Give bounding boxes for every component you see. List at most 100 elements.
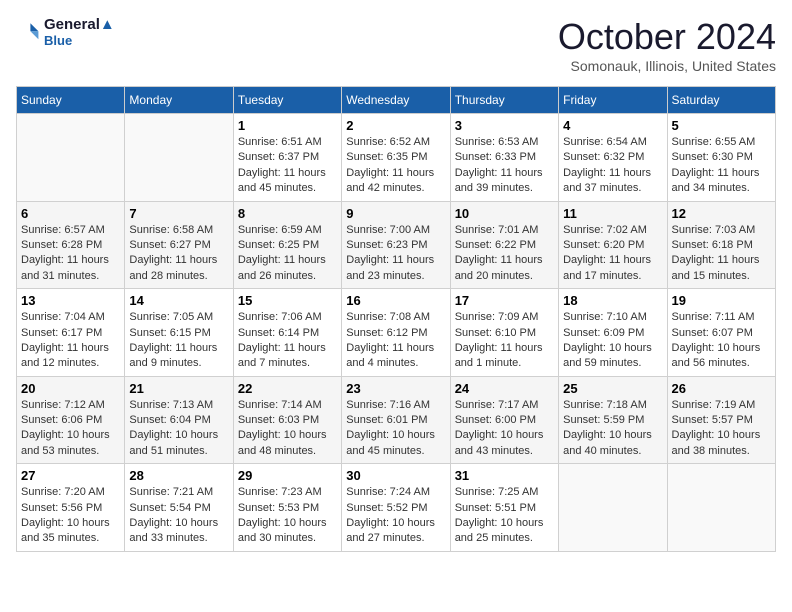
day-info: Sunrise: 7:25 AM Sunset: 5:51 PM Dayligh… [455,485,554,547]
day-number: 2 [346,118,445,133]
day-number: 23 [346,381,445,396]
calendar-cell: 8 Sunrise: 6:59 AM Sunset: 6:25 PM Daylig… [233,201,341,289]
day-info: Sunrise: 7:14 AM Sunset: 6:03 PM Dayligh… [238,398,337,460]
logo-icon [16,20,40,44]
day-number: 7 [129,206,228,221]
weekday-header: Wednesday [342,87,450,114]
weekday-header: Sunday [17,87,125,114]
day-number: 31 [455,468,554,483]
day-info: Sunrise: 7:17 AM Sunset: 6:00 PM Dayligh… [455,398,554,460]
calendar-week-row: 6 Sunrise: 6:57 AM Sunset: 6:28 PM Daylig… [17,201,776,289]
title-area: October 2024 Somonauk, Illinois, United … [558,16,776,74]
day-info: Sunrise: 6:55 AM Sunset: 6:30 PM Dayligh… [672,135,771,197]
day-number: 4 [563,118,662,133]
month-title: October 2024 [558,16,776,58]
calendar-cell: 5 Sunrise: 6:55 AM Sunset: 6:30 PM Daylig… [667,114,775,202]
calendar-cell: 16 Sunrise: 7:08 AM Sunset: 6:12 PM Dayli… [342,289,450,377]
calendar-cell: 12Sunrise: 7:03 AM Sunset: 6:18 PM Dayli… [667,201,775,289]
calendar-cell: 25 Sunrise: 7:18 AM Sunset: 5:59 PM Dayli… [559,376,667,464]
day-number: 17 [455,293,554,308]
day-info: Sunrise: 6:58 AM Sunset: 6:27 PM Dayligh… [129,223,228,285]
day-number: 9 [346,206,445,221]
day-info: Sunrise: 7:18 AM Sunset: 5:59 PM Dayligh… [563,398,662,460]
day-number: 3 [455,118,554,133]
day-info: Sunrise: 7:04 AM Sunset: 6:17 PM Dayligh… [21,310,120,372]
day-number: 16 [346,293,445,308]
calendar-cell: 6 Sunrise: 6:57 AM Sunset: 6:28 PM Daylig… [17,201,125,289]
calendar-cell: 31 Sunrise: 7:25 AM Sunset: 5:51 PM Dayli… [450,464,558,552]
calendar-cell: 13 Sunrise: 7:04 AM Sunset: 6:17 PM Dayli… [17,289,125,377]
day-info: Sunrise: 6:54 AM Sunset: 6:32 PM Dayligh… [563,135,662,197]
weekday-header-row: SundayMondayTuesdayWednesdayThursdayFrid… [17,87,776,114]
day-number: 5 [672,118,771,133]
day-number: 10 [455,206,554,221]
calendar-cell [17,114,125,202]
calendar-cell: 10 Sunrise: 7:01 AM Sunset: 6:22 PM Dayli… [450,201,558,289]
calendar-cell: 14Sunrise: 7:05 AM Sunset: 6:15 PM Dayli… [125,289,233,377]
day-info: Sunrise: 7:24 AM Sunset: 5:52 PM Dayligh… [346,485,445,547]
day-number: 25 [563,381,662,396]
calendar-week-row: 27Sunrise: 7:20 AM Sunset: 5:56 PM Dayli… [17,464,776,552]
day-number: 24 [455,381,554,396]
calendar-cell: 24 Sunrise: 7:17 AM Sunset: 6:00 PM Dayli… [450,376,558,464]
day-number: 29 [238,468,337,483]
calendar-cell: 26 Sunrise: 7:19 AM Sunset: 5:57 PM Dayli… [667,376,775,464]
day-info: Sunrise: 6:51 AM Sunset: 6:37 PM Dayligh… [238,135,337,197]
calendar-cell: 3 Sunrise: 6:53 AM Sunset: 6:33 PM Daylig… [450,114,558,202]
day-number: 13 [21,293,120,308]
day-info: Sunrise: 7:12 AM Sunset: 6:06 PM Dayligh… [21,398,120,460]
calendar-cell: 19Sunrise: 7:11 AM Sunset: 6:07 PM Dayli… [667,289,775,377]
day-number: 15 [238,293,337,308]
calendar-cell: 30Sunrise: 7:24 AM Sunset: 5:52 PM Dayli… [342,464,450,552]
day-info: Sunrise: 7:20 AM Sunset: 5:56 PM Dayligh… [21,485,120,547]
day-info: Sunrise: 7:09 AM Sunset: 6:10 PM Dayligh… [455,310,554,372]
day-number: 11 [563,206,662,221]
day-info: Sunrise: 7:23 AM Sunset: 5:53 PM Dayligh… [238,485,337,547]
day-info: Sunrise: 7:05 AM Sunset: 6:15 PM Dayligh… [129,310,228,372]
day-info: Sunrise: 7:00 AM Sunset: 6:23 PM Dayligh… [346,223,445,285]
day-info: Sunrise: 6:52 AM Sunset: 6:35 PM Dayligh… [346,135,445,197]
calendar-cell [667,464,775,552]
weekday-header: Thursday [450,87,558,114]
calendar-week-row: 1 Sunrise: 6:51 AM Sunset: 6:37 PM Daylig… [17,114,776,202]
day-info: Sunrise: 6:57 AM Sunset: 6:28 PM Dayligh… [21,223,120,285]
calendar-cell: 27Sunrise: 7:20 AM Sunset: 5:56 PM Dayli… [17,464,125,552]
calendar-cell: 4 Sunrise: 6:54 AM Sunset: 6:32 PM Daylig… [559,114,667,202]
calendar-cell: 7 Sunrise: 6:58 AM Sunset: 6:27 PM Daylig… [125,201,233,289]
calendar-cell: 9 Sunrise: 7:00 AM Sunset: 6:23 PM Daylig… [342,201,450,289]
day-number: 22 [238,381,337,396]
weekday-header: Tuesday [233,87,341,114]
day-number: 1 [238,118,337,133]
calendar-cell: 29 Sunrise: 7:23 AM Sunset: 5:53 PM Dayli… [233,464,341,552]
day-number: 6 [21,206,120,221]
calendar-week-row: 20Sunrise: 7:12 AM Sunset: 6:06 PM Dayli… [17,376,776,464]
day-info: Sunrise: 7:08 AM Sunset: 6:12 PM Dayligh… [346,310,445,372]
calendar-cell: 2 Sunrise: 6:52 AM Sunset: 6:35 PM Daylig… [342,114,450,202]
weekday-header: Friday [559,87,667,114]
calendar-cell: 15 Sunrise: 7:06 AM Sunset: 6:14 PM Dayli… [233,289,341,377]
day-number: 28 [129,468,228,483]
logo-text: General▲ Blue [44,16,115,48]
day-info: Sunrise: 7:21 AM Sunset: 5:54 PM Dayligh… [129,485,228,547]
day-info: Sunrise: 7:13 AM Sunset: 6:04 PM Dayligh… [129,398,228,460]
day-info: Sunrise: 6:53 AM Sunset: 6:33 PM Dayligh… [455,135,554,197]
day-number: 18 [563,293,662,308]
weekday-header: Monday [125,87,233,114]
calendar-cell: 11Sunrise: 7:02 AM Sunset: 6:20 PM Dayli… [559,201,667,289]
day-info: Sunrise: 7:10 AM Sunset: 6:09 PM Dayligh… [563,310,662,372]
day-number: 26 [672,381,771,396]
location: Somonauk, Illinois, United States [558,58,776,74]
day-info: Sunrise: 7:19 AM Sunset: 5:57 PM Dayligh… [672,398,771,460]
day-info: Sunrise: 7:16 AM Sunset: 6:01 PM Dayligh… [346,398,445,460]
calendar-cell: 28 Sunrise: 7:21 AM Sunset: 5:54 PM Dayli… [125,464,233,552]
calendar-table: SundayMondayTuesdayWednesdayThursdayFrid… [16,86,776,552]
calendar-week-row: 13 Sunrise: 7:04 AM Sunset: 6:17 PM Dayli… [17,289,776,377]
page-header: General▲ Blue October 2024 Somonauk, Ill… [16,16,776,74]
logo: General▲ Blue [16,16,115,48]
day-info: Sunrise: 7:01 AM Sunset: 6:22 PM Dayligh… [455,223,554,285]
day-number: 21 [129,381,228,396]
day-info: Sunrise: 7:06 AM Sunset: 6:14 PM Dayligh… [238,310,337,372]
day-info: Sunrise: 6:59 AM Sunset: 6:25 PM Dayligh… [238,223,337,285]
day-number: 8 [238,206,337,221]
calendar-cell [559,464,667,552]
